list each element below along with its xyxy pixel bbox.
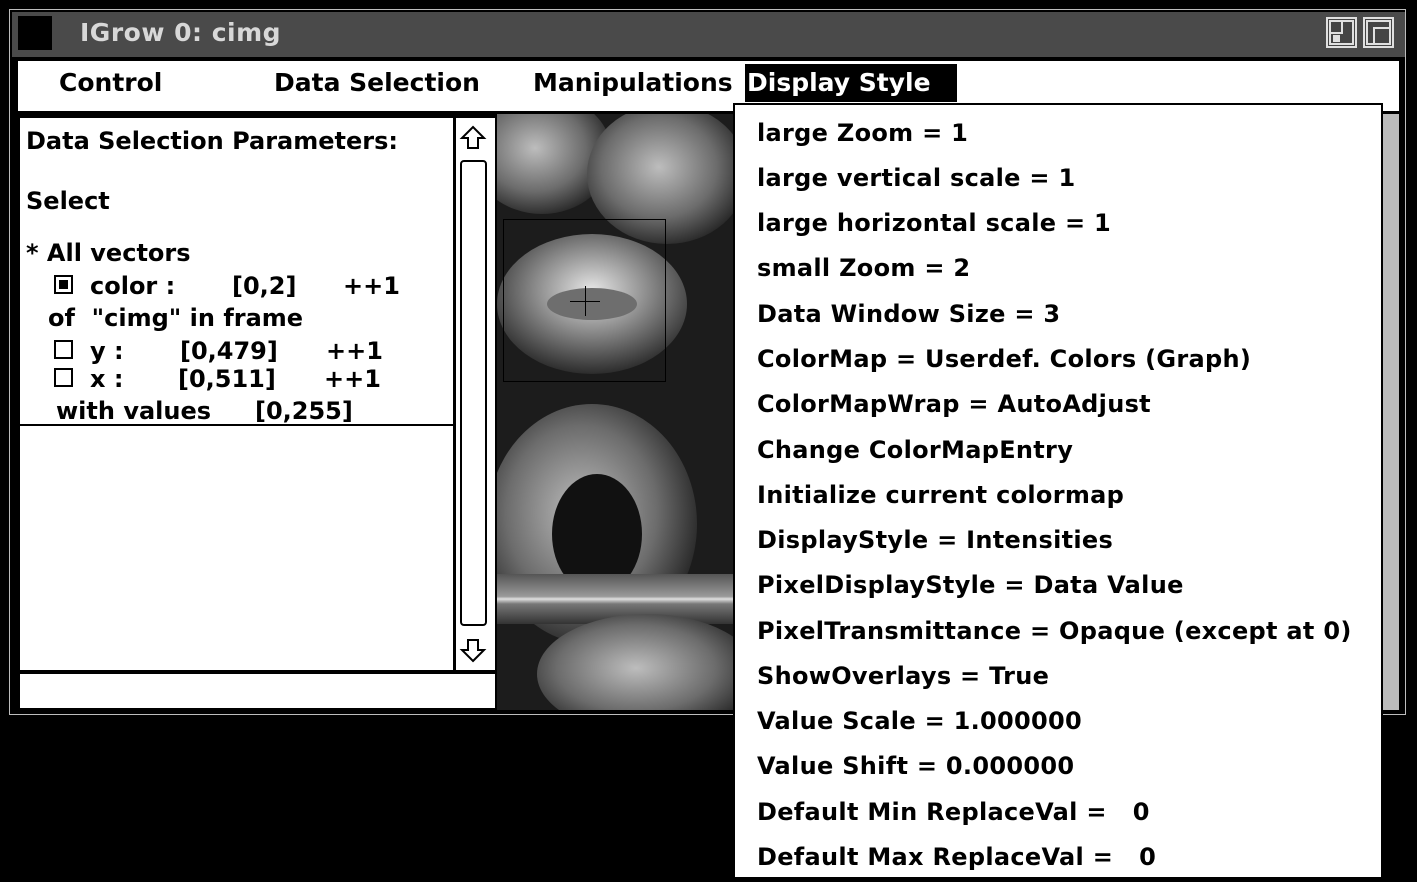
x-checkbox[interactable]	[54, 368, 73, 387]
menu-item-pixel-display-style[interactable]: PixelDisplayStyle = Data Value	[757, 568, 1184, 602]
maximize-icon	[1366, 20, 1391, 45]
window-title: IGrow 0: cimg	[80, 18, 282, 47]
color-step: ++1	[343, 272, 400, 300]
menu-item-show-overlays[interactable]: ShowOverlays = True	[757, 659, 1049, 693]
y-checkbox[interactable]	[54, 340, 73, 359]
menu-item-pixel-transmittance[interactable]: PixelTransmittance = Opaque (except at 0…	[757, 614, 1352, 648]
menu-data-selection[interactable]: Data Selection	[271, 64, 483, 102]
iconify-icon	[1329, 20, 1354, 45]
of-frame-label: of "cimg" in frame	[48, 304, 304, 332]
menu-item-data-window-size[interactable]: Data Window Size = 3	[757, 297, 1060, 331]
menu-item-change-colormap-entry[interactable]: Change ColorMapEntry	[757, 433, 1073, 467]
menu-item-colormap-wrap[interactable]: ColorMapWrap = AutoAdjust	[757, 387, 1151, 421]
image-content	[497, 114, 737, 710]
menu-item-default-min-replaceval[interactable]: Default Min ReplaceVal = 0	[757, 795, 1150, 829]
cursor-crosshair-v	[585, 286, 586, 316]
menu-item-small-zoom[interactable]: small Zoom = 2	[757, 251, 970, 285]
x-label: x :	[90, 365, 124, 393]
x-range: [0,511]	[178, 365, 276, 393]
y-range: [0,479]	[180, 337, 278, 365]
y-step: ++1	[326, 337, 383, 365]
menu-item-large-zoom[interactable]: large Zoom = 1	[757, 116, 968, 150]
scroll-up-button[interactable]	[459, 124, 487, 152]
down-arrow-icon	[459, 639, 487, 663]
select-label: Select	[26, 187, 110, 215]
menu-control[interactable]: Control	[56, 64, 165, 102]
window-menu-icon[interactable]	[18, 16, 52, 50]
menu-display-style[interactable]: Display Style	[745, 64, 957, 102]
values-label: with values	[56, 397, 212, 425]
menu-item-default-max-replaceval[interactable]: Default Max ReplaceVal = 0	[757, 840, 1156, 874]
maximize-button[interactable]	[1363, 17, 1394, 48]
all-vectors-label: * All vectors	[26, 239, 191, 267]
x-step: ++1	[324, 365, 381, 393]
panel-divider	[18, 424, 455, 426]
color-label: color :	[90, 272, 176, 300]
iconify-button[interactable]	[1326, 17, 1357, 48]
menu-item-colormap[interactable]: ColorMap = Userdef. Colors (Graph)	[757, 342, 1251, 376]
y-label: y :	[90, 337, 124, 365]
menu-item-initialize-colormap[interactable]: Initialize current colormap	[757, 478, 1124, 512]
menu-item-large-vertical-scale[interactable]: large vertical scale = 1	[757, 161, 1075, 195]
menu-item-value-scale[interactable]: Value Scale = 1.000000	[757, 704, 1082, 738]
color-range: [0,2]	[232, 272, 297, 300]
menu-item-large-horizontal-scale[interactable]: large horizontal scale = 1	[757, 206, 1111, 240]
menu-manipulations[interactable]: Manipulations	[530, 64, 736, 102]
scroll-down-button[interactable]	[459, 636, 487, 664]
menu-item-value-shift[interactable]: Value Shift = 0.000000	[757, 749, 1074, 783]
command-field[interactable]	[18, 672, 497, 710]
up-arrow-icon	[459, 125, 487, 149]
values-range: [0,255]	[255, 397, 353, 425]
menu-item-display-style[interactable]: DisplayStyle = Intensities	[757, 523, 1113, 557]
color-checkbox[interactable]	[54, 275, 73, 294]
panel-heading: Data Selection Parameters:	[26, 127, 398, 155]
scroll-thumb[interactable]	[460, 160, 487, 626]
image-view[interactable]	[497, 114, 737, 710]
